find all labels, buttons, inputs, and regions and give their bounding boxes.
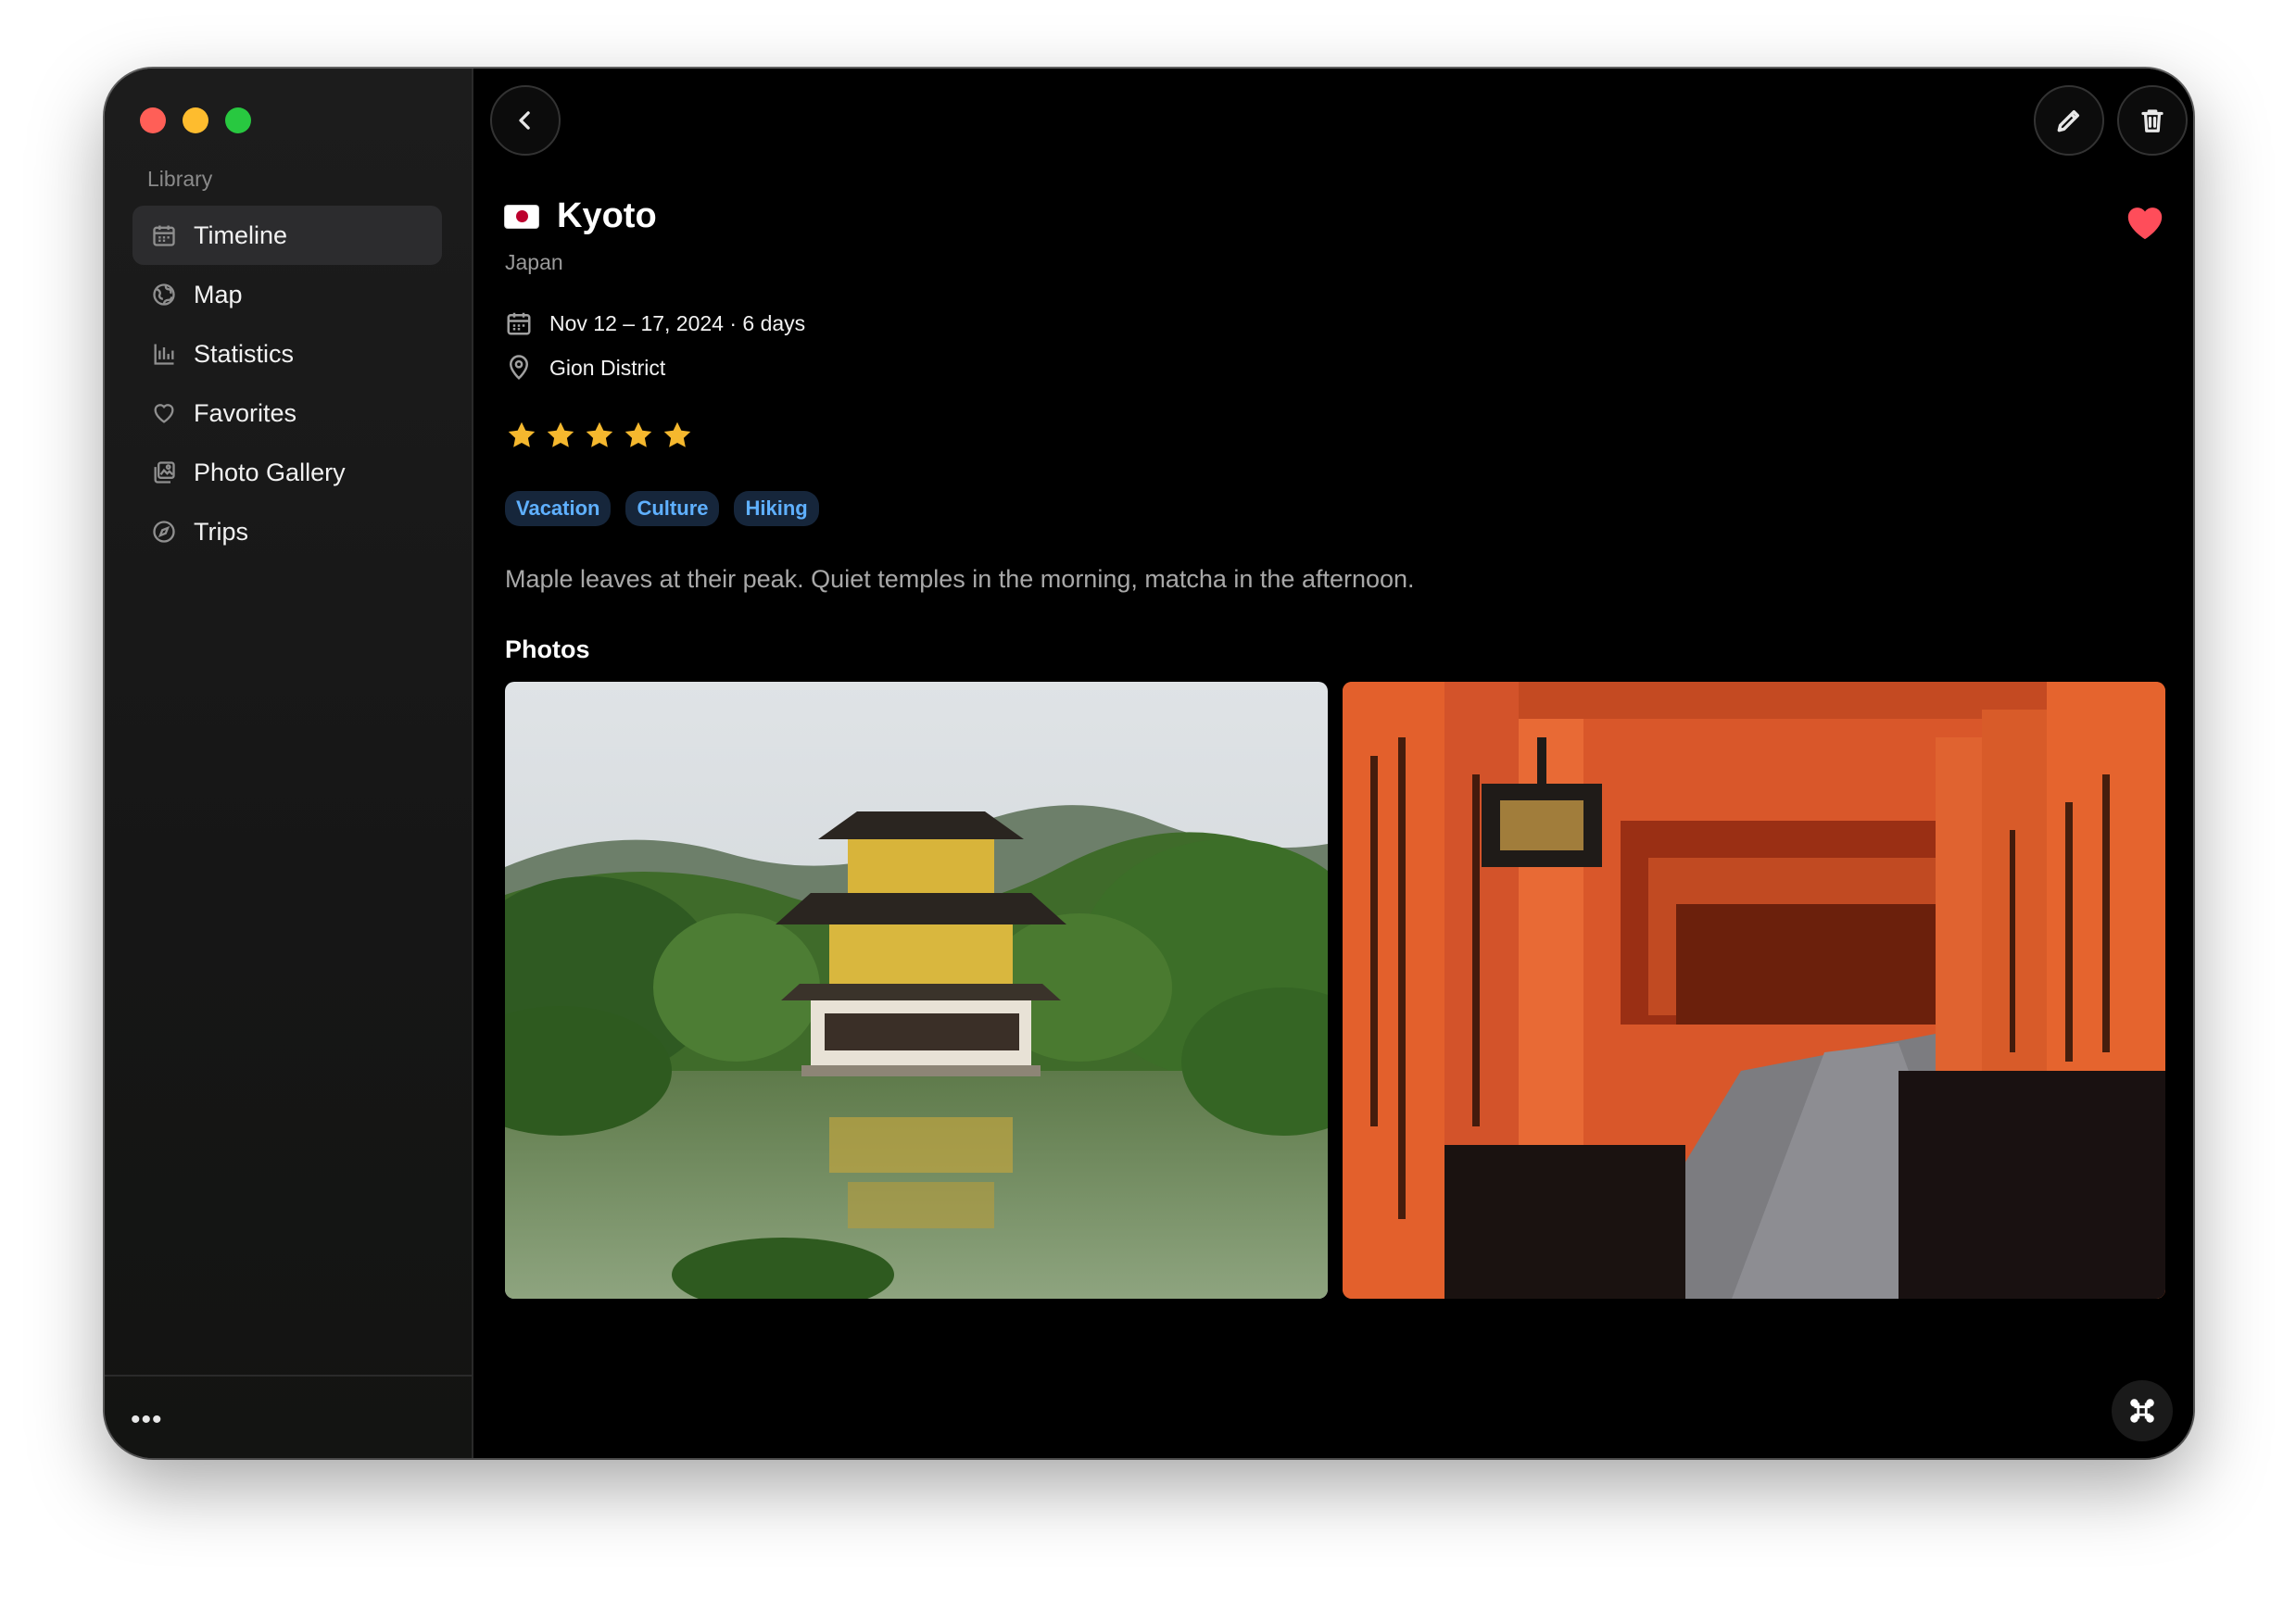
minimize-window-button[interactable]	[183, 107, 208, 133]
sidebar-item-timeline[interactable]: Timeline	[132, 206, 442, 265]
compass-icon	[149, 517, 179, 547]
sidebar-footer: •••	[105, 1375, 472, 1458]
date-row: Nov 12 – 17, 2024 · 6 days	[505, 309, 805, 337]
heart-filled-icon	[2127, 207, 2163, 240]
command-icon	[2130, 1399, 2154, 1423]
calendar-icon	[149, 220, 179, 250]
sidebar-item-map[interactable]: Map	[132, 265, 442, 324]
bar-chart-icon	[149, 339, 179, 369]
window-controls	[140, 107, 251, 133]
app-window: Library Timeline Map Statistics Favorite…	[105, 69, 2193, 1458]
photos-icon	[149, 458, 179, 487]
sidebar-nav: Timeline Map Statistics Favorites Photo …	[132, 206, 442, 561]
country-label: Japan	[505, 250, 563, 274]
sidebar-item-label: Favorites	[194, 398, 297, 427]
sidebar-item-label: Photo Gallery	[194, 458, 346, 486]
trash-icon	[2141, 109, 2164, 132]
favorite-button[interactable]	[2125, 204, 2165, 245]
command-menu-button[interactable]	[2112, 1380, 2173, 1441]
tag-list: Vacation Culture Hiking	[505, 491, 819, 526]
star-icon	[547, 421, 574, 447]
page-title: Kyoto	[557, 196, 657, 235]
chevron-left-icon	[519, 111, 530, 130]
sidebar: Library Timeline Map Statistics Favorite…	[105, 69, 473, 1458]
photo-torii-gates[interactable]	[1343, 682, 2165, 1299]
tag-hiking[interactable]: Hiking	[734, 491, 819, 526]
heart-icon	[149, 398, 179, 428]
trip-detail: Kyoto Japan Nov 12 – 17, 2024 · 6 days G…	[473, 69, 2193, 1458]
star-icon	[508, 421, 536, 447]
star-icon	[624, 421, 652, 447]
sidebar-item-favorites[interactable]: Favorites	[132, 384, 442, 443]
location-pin-icon	[509, 355, 529, 380]
sidebar-item-label: Timeline	[194, 220, 288, 249]
photo-image	[1343, 682, 2165, 1299]
sidebar-item-label: Trips	[194, 517, 248, 546]
star-rating[interactable]	[505, 419, 694, 452]
sidebar-item-trips[interactable]: Trips	[132, 502, 442, 561]
star-icon	[586, 421, 613, 447]
calendar-icon	[507, 312, 531, 335]
delete-button[interactable]	[2117, 85, 2188, 156]
globe-icon	[149, 280, 179, 309]
sidebar-item-photo-gallery[interactable]: Photo Gallery	[132, 443, 442, 502]
tag-vacation[interactable]: Vacation	[505, 491, 612, 526]
sidebar-section-label: Library	[147, 167, 213, 191]
back-button[interactable]	[490, 85, 561, 156]
date-range: Nov 12 – 17, 2024 · 6 days	[549, 310, 806, 335]
sidebar-item-statistics[interactable]: Statistics	[132, 324, 442, 384]
edit-button[interactable]	[2034, 85, 2104, 156]
pencil-icon	[2057, 109, 2080, 132]
photo-golden-pavilion[interactable]	[505, 682, 1328, 1299]
close-window-button[interactable]	[140, 107, 166, 133]
entry-description: Maple leaves at their peak. Quiet temple…	[505, 565, 1415, 593]
photo-image	[505, 682, 1328, 1299]
sidebar-item-label: Statistics	[194, 339, 295, 368]
location-row: Gion District	[505, 354, 665, 382]
photos-heading: Photos	[505, 635, 590, 663]
more-options-button[interactable]: •••	[131, 1404, 163, 1436]
entry-header: Kyoto	[505, 196, 657, 236]
star-icon	[663, 421, 691, 447]
zoom-window-button[interactable]	[225, 107, 251, 133]
location-text: Gion District	[549, 355, 666, 380]
sidebar-item-label: Map	[194, 280, 243, 308]
tag-culture[interactable]: Culture	[625, 491, 720, 526]
japan-flag-icon	[505, 205, 538, 228]
